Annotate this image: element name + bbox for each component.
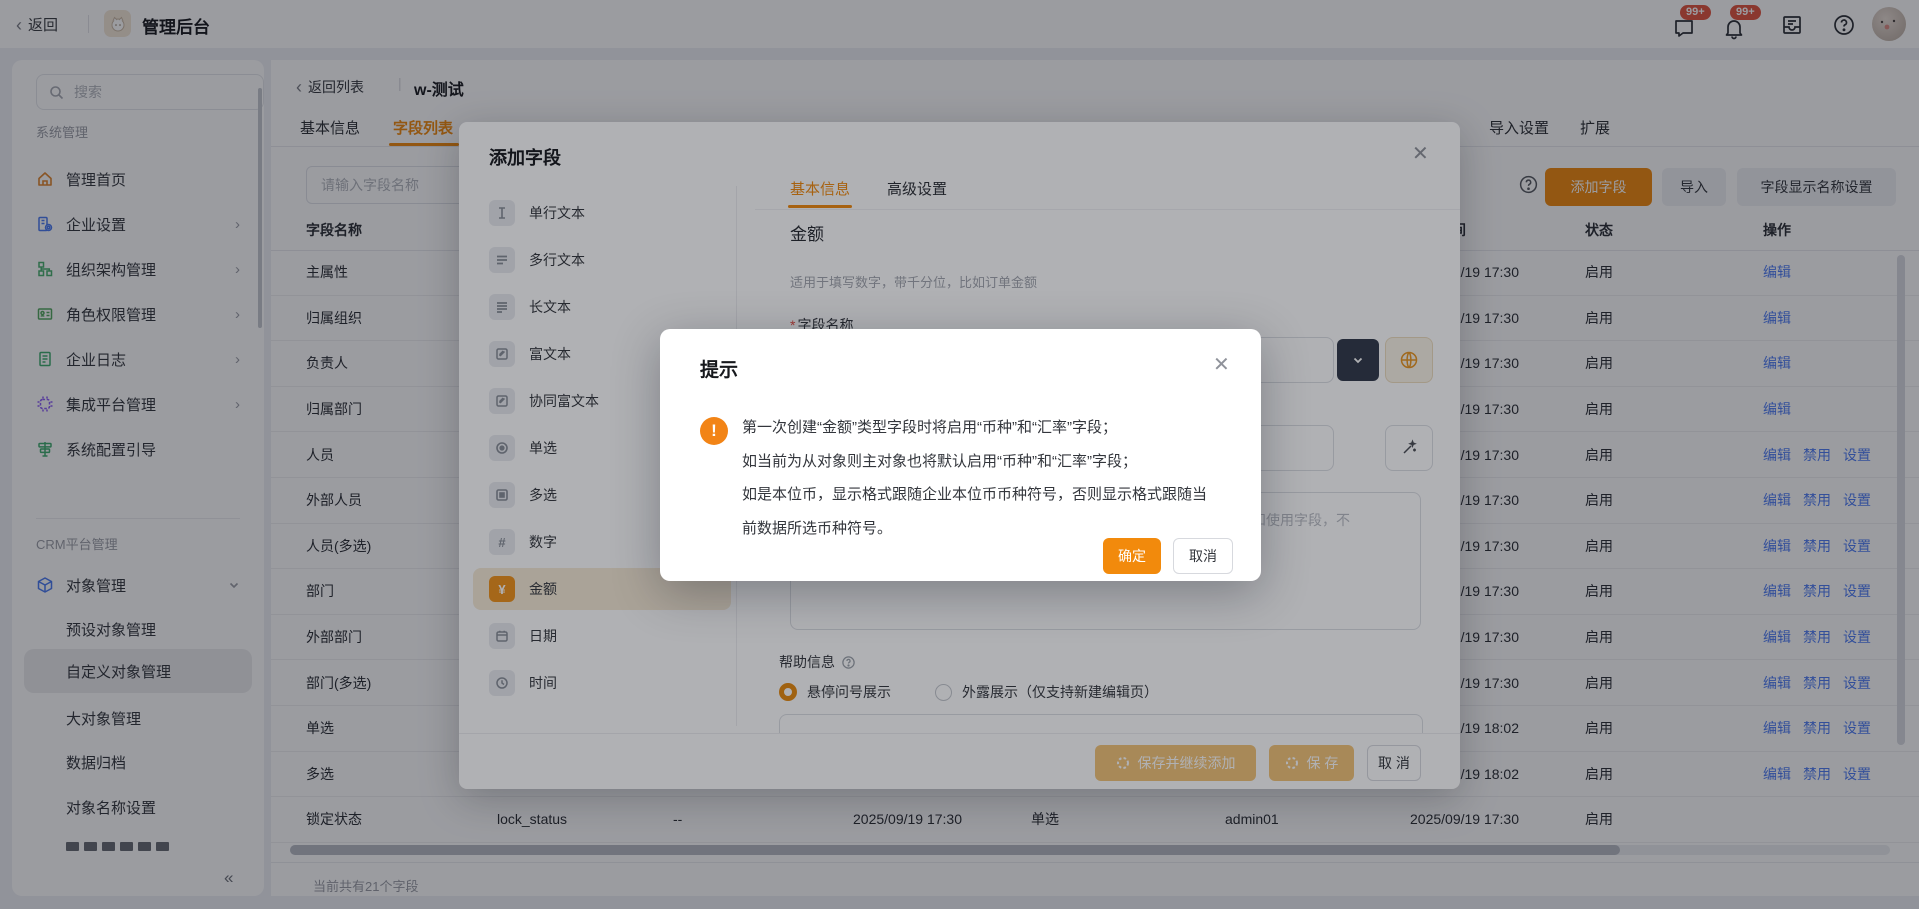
dialog-message: 第一次创建“金额”类型字段时将启用“币种”和“汇率”字段； 如当前为从对象则主对… <box>742 411 1222 545</box>
dialog-title: 提示 <box>700 355 738 382</box>
app-root: ‹ 返回 管理后台 99+ 99+ <box>0 0 1919 909</box>
dialog-cancel-label: 取消 <box>1189 546 1217 566</box>
dialog-line: 如是本位币，显示格式跟随企业本位币币种符号，否则显示格式跟随当 <box>742 478 1222 512</box>
dialog-line: 如当前为从对象则主对象也将默认启用“币种”和“汇率”字段； <box>742 445 1222 479</box>
warning-icon: ! <box>700 417 728 445</box>
dialog-confirm-label: 确定 <box>1118 546 1146 566</box>
dialog-line: 第一次创建“金额”类型字段时将启用“币种”和“汇率”字段； <box>742 411 1222 445</box>
close-icon[interactable]: ✕ <box>1213 355 1230 375</box>
notice-dialog: 提示 ✕ ! 第一次创建“金额”类型字段时将启用“币种”和“汇率”字段； 如当前… <box>660 329 1261 581</box>
dialog-cancel-button[interactable]: 取消 <box>1173 538 1233 574</box>
dialog-confirm-button[interactable]: 确定 <box>1103 538 1161 574</box>
